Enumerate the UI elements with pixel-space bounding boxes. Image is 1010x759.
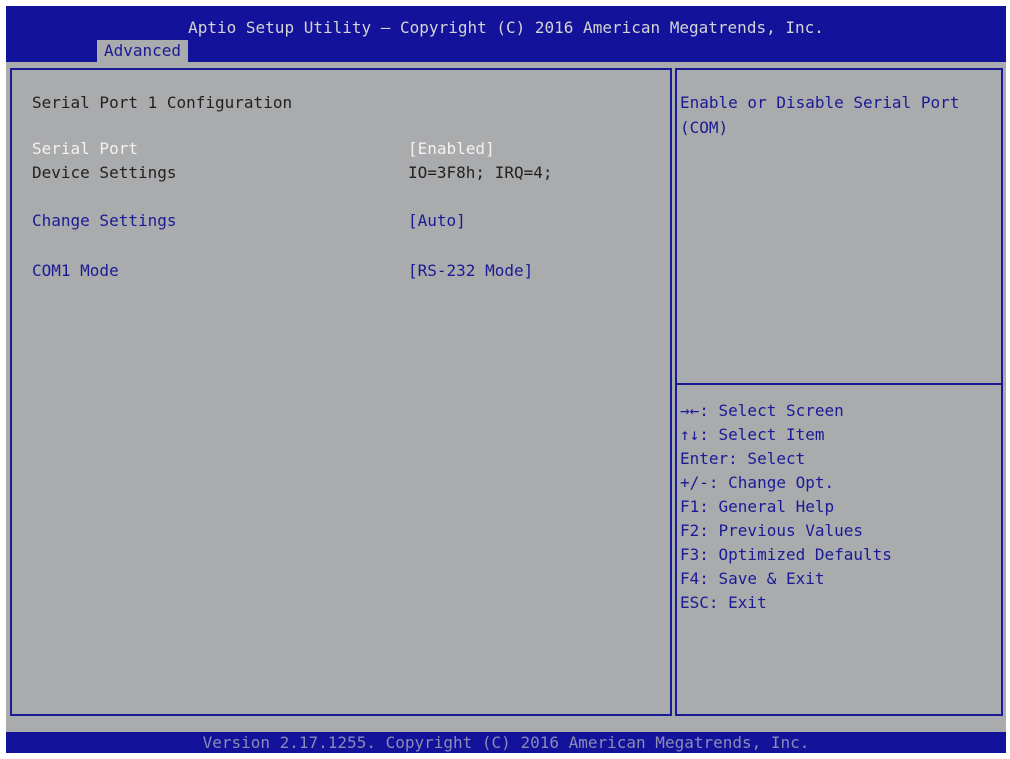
serial-port-value[interactable]: [Enabled] bbox=[408, 138, 495, 160]
com1-mode-value[interactable]: [RS-232 Mode] bbox=[408, 260, 533, 282]
footer-bar: Version 2.17.1255. Copyright (C) 2016 Am… bbox=[6, 732, 1006, 753]
title-bar: Aptio Setup Utility – Copyright (C) 2016… bbox=[6, 6, 1006, 62]
key-exit: ESC: Exit bbox=[680, 593, 767, 612]
key-select-screen: →←: Select Screen bbox=[680, 401, 844, 420]
key-optimized-defaults: F3: Optimized Defaults bbox=[680, 545, 892, 564]
utility-title: Aptio Setup Utility – Copyright (C) 2016… bbox=[188, 18, 824, 37]
key-select-item: ↑↓: Select Item bbox=[680, 425, 825, 444]
change-settings-label[interactable]: Change Settings bbox=[32, 210, 177, 232]
change-settings-value[interactable]: [Auto] bbox=[408, 210, 466, 232]
key-save-exit: F4: Save & Exit bbox=[680, 569, 825, 588]
key-previous-values: F2: Previous Values bbox=[680, 521, 864, 540]
com1-mode-label[interactable]: COM1 Mode bbox=[32, 260, 119, 282]
help-divider bbox=[677, 383, 1001, 385]
device-settings-value: IO=3F8h; IRQ=4; bbox=[408, 163, 553, 182]
section-title: Serial Port 1 Configuration bbox=[32, 93, 293, 112]
key-change-option: +/-: Change Opt. bbox=[680, 473, 835, 492]
key-enter-select: Enter: Select bbox=[680, 449, 806, 468]
version-text: Version 2.17.1255. Copyright (C) 2016 Am… bbox=[202, 733, 810, 752]
tab-advanced[interactable]: Advanced bbox=[97, 40, 189, 62]
device-settings-label: Device Settings bbox=[32, 163, 177, 182]
key-general-help: F1: General Help bbox=[680, 497, 835, 516]
help-panel: Enable or Disable Serial Port (COM) →←: … bbox=[675, 68, 1003, 716]
bios-screen: Aptio Setup Utility – Copyright (C) 2016… bbox=[6, 6, 1006, 753]
settings-panel: Serial Port 1 Configuration Serial Port … bbox=[10, 68, 672, 716]
key-legend: →←: Select Screen ↑↓: Select Item Enter:… bbox=[680, 399, 892, 615]
serial-port-label[interactable]: Serial Port bbox=[32, 138, 138, 160]
item-help-text: Enable or Disable Serial Port (COM) bbox=[680, 93, 960, 137]
